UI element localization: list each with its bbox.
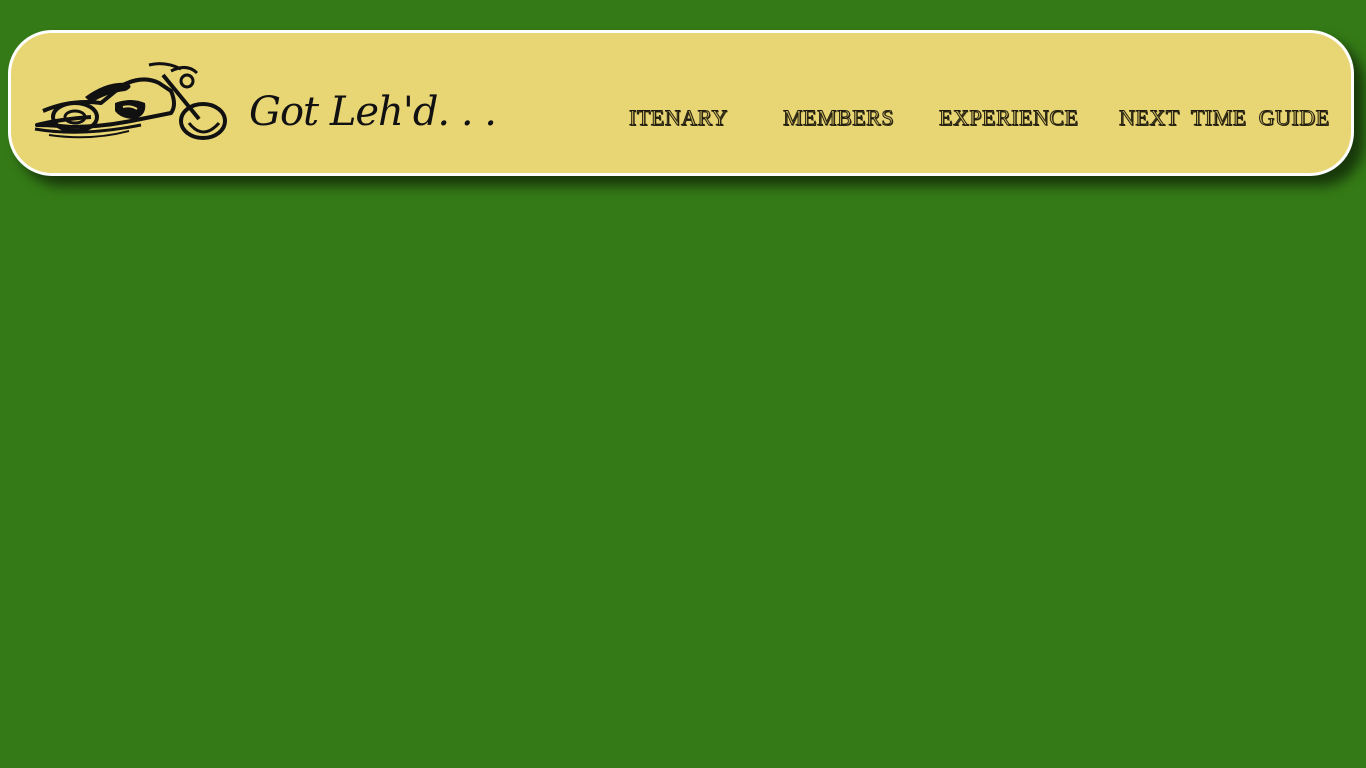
nav-itenary-link[interactable]: ITENARY bbox=[629, 105, 728, 131]
nav-members-link[interactable]: MEMBERS bbox=[783, 105, 894, 131]
main-content-area bbox=[0, 190, 1366, 768]
main-nav: ITENARY MEMBERS EXPERIENCE NEXT TIME GUI… bbox=[11, 105, 1351, 139]
nav-next-time-guide-link[interactable]: NEXT TIME GUIDE bbox=[1119, 105, 1330, 131]
nav-experience-link[interactable]: EXPERIENCE bbox=[939, 105, 1079, 131]
site-header: Got Leh'd. . . ITENARY MEMBERS EXPERIENC… bbox=[8, 30, 1354, 176]
